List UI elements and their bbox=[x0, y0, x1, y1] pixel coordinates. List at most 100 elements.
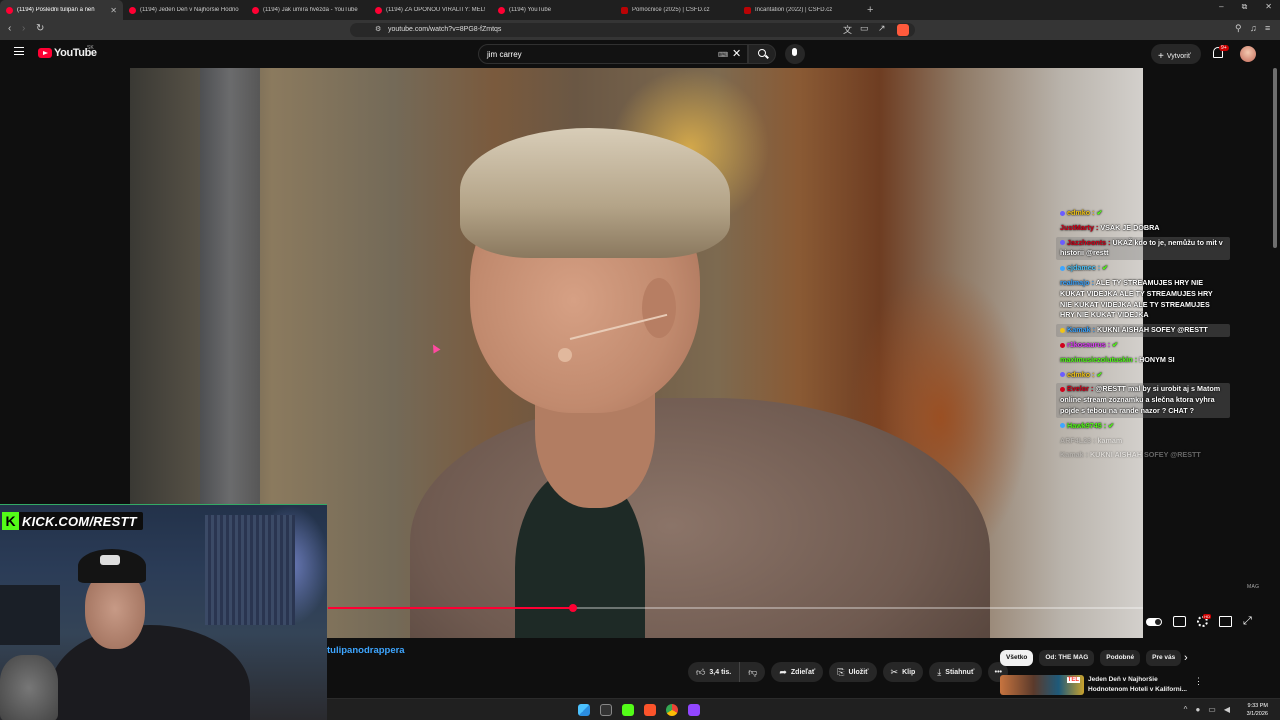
close-tab-icon[interactable]: ✕ bbox=[110, 6, 117, 15]
search-button[interactable] bbox=[748, 44, 776, 64]
keyboard-icon[interactable]: ⌨ bbox=[718, 51, 728, 59]
webcam-window-blinds bbox=[205, 515, 295, 625]
clip-button[interactable]: ✂ Klip bbox=[882, 662, 924, 682]
chat-badge-icon bbox=[1060, 423, 1065, 429]
browser-tab[interactable]: (1194) YouTube bbox=[492, 0, 615, 20]
clear-search-icon[interactable]: ✕ bbox=[732, 47, 741, 60]
windows-start-icon[interactable] bbox=[578, 704, 590, 716]
new-tab-button[interactable]: + bbox=[867, 4, 873, 16]
like-button[interactable]: 👍︎ 3,4 tis. bbox=[688, 662, 741, 682]
screenshot-icon[interactable]: ▭ bbox=[860, 23, 869, 34]
channel-name-link[interactable]: tulipanodrappera bbox=[327, 645, 405, 656]
video-watermark: MAG bbox=[1247, 584, 1260, 590]
create-button[interactable]: + Vytvoriť bbox=[1151, 44, 1201, 64]
twitch-icon[interactable] bbox=[688, 704, 700, 716]
browser-tab-strip: (1194) Posledni tulipán a neň ✕ (1194) Jed… bbox=[0, 0, 1280, 20]
chevron-right-icon[interactable]: › bbox=[1184, 652, 1188, 664]
save-button[interactable]: ⎘ Uložiť bbox=[829, 662, 877, 682]
chat-username: edmko bbox=[1067, 369, 1091, 379]
kick-app-icon[interactable] bbox=[622, 704, 634, 716]
url-text: youtube.com/watch?v=8PG8-fZmtqs bbox=[388, 26, 502, 33]
chip-from-channel[interactable]: Od: THE MAG bbox=[1039, 650, 1095, 666]
volume-icon[interactable]: ◀ bbox=[1224, 705, 1230, 714]
chat-badge-icon bbox=[1060, 372, 1065, 378]
forward-icon[interactable]: › bbox=[22, 23, 25, 34]
site-info-icon[interactable]: ⚙ bbox=[375, 25, 381, 33]
chat-username: ejdamec bbox=[1067, 263, 1096, 273]
browser-tab[interactable]: Incantation (2022) | ČSFD.cz bbox=[738, 0, 861, 20]
share-button[interactable]: ➦ Zdieľať bbox=[771, 662, 824, 682]
media-icon[interactable]: ♫ bbox=[1250, 23, 1257, 33]
background-pole bbox=[200, 68, 260, 508]
video-progress-bar[interactable] bbox=[328, 604, 1143, 612]
plush-toy bbox=[0, 655, 58, 720]
browser-tab[interactable]: Pomocnice (2025) | ČSFD.cz bbox=[615, 0, 738, 20]
chat-badge-icon bbox=[1060, 265, 1065, 271]
window-controls: – ⧉ ✕ bbox=[1219, 2, 1272, 12]
chat-username: Kamak bbox=[1060, 450, 1084, 460]
taskbar-clock[interactable]: 9:33 PM 3/1/2026 bbox=[1247, 702, 1268, 718]
browser-tab[interactable]: (1194) Posledni tulipán a neň ✕ bbox=[0, 0, 123, 20]
chat-message: edmko: ✔ bbox=[1056, 207, 1230, 220]
account-avatar[interactable] bbox=[1240, 46, 1256, 62]
chip-for-you[interactable]: Pre vás bbox=[1146, 650, 1182, 666]
chat-username: maximusiezolutuskin bbox=[1060, 354, 1133, 364]
youtube-favicon-icon bbox=[129, 6, 136, 14]
recommended-video-title[interactable]: Jeden Deň v Najhoršie Hodnotenom Hoteli … bbox=[1088, 675, 1193, 694]
brave-shield-icon[interactable] bbox=[897, 24, 909, 36]
kick-channel-banner: K KICK.COM/RESTT bbox=[2, 512, 143, 530]
hd-badge: HD bbox=[1203, 614, 1211, 619]
maximize-button[interactable]: ⧉ bbox=[1242, 2, 1248, 12]
chat-username: Evelor bbox=[1067, 384, 1089, 394]
network-icon[interactable]: ▭ bbox=[1208, 705, 1216, 714]
streamer-webcam: K KICK.COM/RESTT bbox=[0, 504, 327, 720]
subtitles-icon[interactable] bbox=[1173, 616, 1186, 627]
download-button[interactable]: ⤓ Stiahnuť bbox=[929, 662, 983, 682]
mic-tray-icon[interactable]: ● bbox=[1195, 705, 1200, 714]
recommendation-filter-chips: Všetko Od: THE MAG Podobné Pre vás bbox=[1000, 650, 1182, 666]
share-icon[interactable]: ↗ bbox=[878, 23, 886, 34]
chat-badge-icon bbox=[1060, 342, 1065, 348]
chip-related[interactable]: Podobné bbox=[1100, 650, 1141, 666]
browser-tab[interactable]: (1194) Jeden Deň v Najhoršie Hodno bbox=[123, 0, 246, 20]
theater-mode-icon[interactable] bbox=[1219, 616, 1232, 627]
search-input[interactable]: jim carrey bbox=[478, 44, 748, 64]
chrome-icon[interactable] bbox=[666, 704, 678, 716]
reload-icon[interactable]: ↻ bbox=[36, 23, 44, 34]
scrollbar-thumb[interactable] bbox=[1273, 68, 1277, 248]
settings-gear-icon[interactable]: HD bbox=[1197, 614, 1211, 627]
chat-badge-icon bbox=[1060, 327, 1065, 333]
back-icon[interactable]: ‹ bbox=[8, 23, 11, 34]
chip-all[interactable]: Všetko bbox=[1000, 650, 1034, 666]
voice-search-icon[interactable] bbox=[785, 44, 805, 64]
csfd-favicon-icon bbox=[744, 6, 751, 14]
task-view-icon[interactable] bbox=[600, 704, 612, 716]
kebab-menu-icon[interactable]: ⋮ bbox=[1194, 676, 1203, 687]
kick-channel-url: KICK.COM/RESTT bbox=[22, 513, 137, 529]
download-icon: ⤓ bbox=[937, 666, 942, 677]
dislike-button[interactable]: 👎︎ bbox=[740, 662, 766, 682]
autoplay-toggle[interactable] bbox=[1146, 617, 1162, 626]
page-scrollbar[interactable] bbox=[1272, 68, 1278, 698]
url-field[interactable]: ⚙ youtube.com/watch?v=8PG8-fZmtqs bbox=[350, 23, 915, 37]
browser-tab[interactable]: (1194) ZA OPONOU VIRALITY: MEL! bbox=[369, 0, 492, 20]
youtube-logo-icon[interactable] bbox=[38, 48, 52, 58]
chat-message: Jazzhoonts: UKAŽ kdo to je, nemůžu to mi… bbox=[1056, 236, 1230, 261]
recommended-video-thumbnail[interactable]: TEL bbox=[1000, 675, 1084, 695]
headset-mic bbox=[558, 348, 572, 362]
chevron-up-icon[interactable]: ^ bbox=[1184, 705, 1188, 714]
cap-logo bbox=[100, 555, 120, 565]
minimize-button[interactable]: – bbox=[1219, 2, 1223, 12]
browser-tab[interactable]: (1194) Jak umírá hvězda - YouTube bbox=[246, 0, 369, 20]
fullscreen-icon[interactable]: ⤢ bbox=[1243, 616, 1256, 627]
brave-browser-icon[interactable] bbox=[644, 704, 656, 716]
close-window-button[interactable]: ✕ bbox=[1265, 2, 1272, 12]
translate-icon[interactable]: 文 bbox=[843, 23, 852, 36]
extensions-icon[interactable]: ⚲ bbox=[1235, 23, 1242, 34]
chat-message: ejdamec: ✔ bbox=[1056, 262, 1230, 275]
clip-label: Klip bbox=[902, 668, 916, 676]
progress-scrubber[interactable] bbox=[568, 604, 577, 612]
share-label: Zdieľať bbox=[790, 668, 816, 676]
hamburger-menu-icon[interactable] bbox=[14, 47, 24, 55]
browser-menu-icon[interactable]: ≡ bbox=[1265, 23, 1270, 33]
